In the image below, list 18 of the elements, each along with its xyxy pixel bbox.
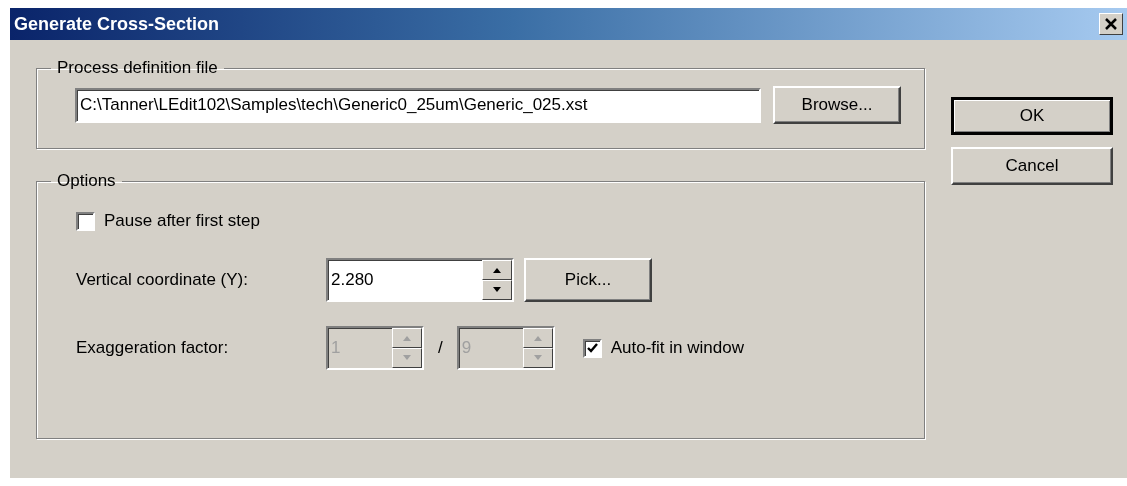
browse-button[interactable]: Browse... bbox=[773, 86, 901, 124]
checkbox-label: Auto-fit in window bbox=[610, 338, 744, 358]
path-field[interactable]: C:\Tanner\LEdit102\Samples\tech\Generic0_25um\Generic_025.xst bbox=[75, 87, 761, 123]
separator-text: / bbox=[438, 338, 443, 358]
checkbox[interactable] bbox=[582, 338, 602, 358]
dialog-button[interactable]: OK bbox=[951, 97, 1113, 135]
pick-button[interactable]: Pick... bbox=[524, 258, 652, 302]
group-legend: Process definition file bbox=[51, 58, 224, 78]
field-label: Vertical coordinate (Y): bbox=[76, 270, 249, 290]
close-button[interactable] bbox=[1099, 13, 1123, 35]
checkbox[interactable] bbox=[76, 211, 95, 231]
close-icon bbox=[1105, 18, 1117, 30]
field-label: Exaggeration factor: bbox=[76, 338, 230, 358]
group-legend: Options bbox=[51, 171, 122, 191]
checkbox-label: Pause after first step bbox=[104, 211, 260, 231]
check-icon bbox=[586, 343, 598, 353]
dialog-button[interactable]: Cancel bbox=[951, 147, 1113, 185]
window-title: Generate Cross-Section bbox=[14, 13, 220, 35]
